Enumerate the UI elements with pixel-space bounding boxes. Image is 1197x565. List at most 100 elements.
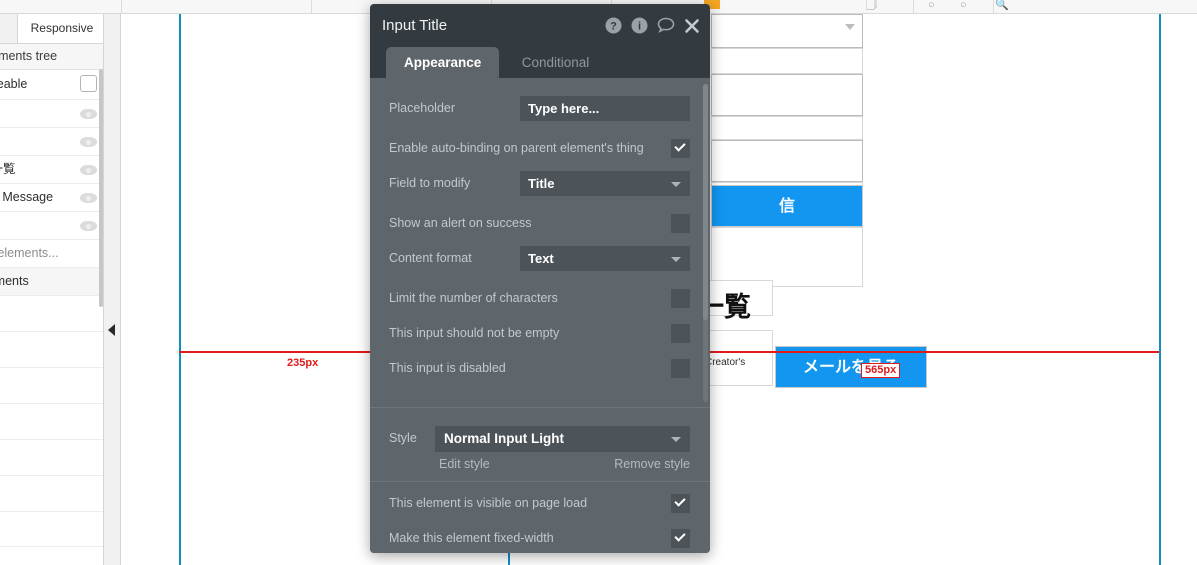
placeholder-input[interactable] <box>520 96 690 121</box>
remove-style-link[interactable]: Remove style <box>614 457 690 471</box>
not-empty-label: This input should not be empty <box>389 326 560 340</box>
info-icon[interactable]: i <box>631 17 648 34</box>
auto-binding-label: Enable auto-binding on parent element's … <box>389 141 644 155</box>
toolbar-cell-2[interactable] <box>122 0 312 14</box>
toolbar-cell-1[interactable] <box>0 0 122 14</box>
field-alert-on-success: Show an alert on success <box>370 211 710 236</box>
canvas-textarea-2[interactable] <box>711 140 863 182</box>
limit-characters-checkbox[interactable] <box>671 289 690 308</box>
disabled-label: This input is disabled <box>389 361 506 375</box>
canvas-spacer-1 <box>711 227 863 287</box>
tree-item-3[interactable]: ジ一覧 <box>0 156 103 184</box>
new-elements-row[interactable]: ew elements... <box>0 240 103 268</box>
panel-collapse-rail[interactable] <box>104 14 121 565</box>
help-icon[interactable]: ? <box>605 17 622 34</box>
field-placeholder: Placeholder <box>370 96 710 121</box>
tab-responsive[interactable]: Responsive <box>17 14 103 43</box>
copy-icon[interactable]: 🗍 <box>866 0 877 12</box>
dialog-title: Input Title <box>382 17 448 34</box>
eye-icon[interactable] <box>80 220 97 231</box>
guide-line-right <box>1159 14 1161 565</box>
svg-text:i: i <box>638 21 641 33</box>
left-panel-row-hideable[interactable]: Hideable <box>0 70 103 100</box>
palette-row-5[interactable] <box>0 440 103 476</box>
field-field-to-modify: Field to modify Title <box>370 171 710 196</box>
fixed-width-checkbox[interactable] <box>671 529 690 548</box>
left-panel-tabstrip: Responsive <box>0 14 103 44</box>
style-label: Style <box>389 431 417 445</box>
field-style: Style Normal Input Light <box>370 426 710 452</box>
close-icon[interactable] <box>684 18 700 34</box>
content-format-value: Text <box>528 251 554 266</box>
disabled-checkbox[interactable] <box>671 359 690 378</box>
new-elements-label: ew elements... <box>0 246 59 260</box>
chevron-down-icon <box>671 437 681 442</box>
tree-item-2[interactable] <box>0 128 103 156</box>
divider-2 <box>370 481 710 482</box>
guide-line-left <box>179 14 181 565</box>
content-format-label: Content format <box>389 251 472 265</box>
tree-item-4[interactable]: oup Message <box>0 184 103 212</box>
eye-icon[interactable] <box>80 136 97 147</box>
reusable-elements-row[interactable]: elements <box>0 268 103 296</box>
visible-on-load-label: This element is visible on page load <box>389 496 588 510</box>
canvas-dropdown[interactable] <box>711 14 863 48</box>
content-format-select[interactable]: Text <box>520 246 690 271</box>
tree-item-1[interactable] <box>0 100 103 128</box>
canvas-field-2[interactable] <box>711 116 863 140</box>
palette-row-4[interactable] <box>0 404 103 440</box>
canvas-textarea-1[interactable] <box>711 74 863 116</box>
visible-on-load-checkbox[interactable] <box>671 494 690 513</box>
dialog-scrollbar-thumb[interactable] <box>703 84 708 320</box>
dialog-header[interactable]: Input Title ? i <box>370 4 710 47</box>
dialog-body: Placeholder Enable auto-binding on paren… <box>370 78 710 553</box>
width-badge-left: 235px <box>285 357 321 369</box>
limit-characters-label: Limit the number of characters <box>389 291 558 305</box>
toolbar-cell-6[interactable] <box>914 0 994 14</box>
style-select[interactable]: Normal Input Light <box>435 426 690 452</box>
search-icon[interactable]: 🔍 <box>995 0 1009 12</box>
field-to-modify-label: Field to modify <box>389 176 471 190</box>
palette-row-3[interactable] <box>0 368 103 404</box>
field-limit-characters: Limit the number of characters <box>370 286 710 311</box>
hideable-checkbox[interactable] <box>80 75 97 92</box>
palette-row-7[interactable] <box>0 512 103 547</box>
comment-icon[interactable] <box>657 17 675 34</box>
field-content-format: Content format Text <box>370 246 710 271</box>
undo-icon[interactable]: ○ <box>928 0 935 12</box>
send-button[interactable]: 信 <box>711 185 863 227</box>
svg-text:?: ? <box>610 21 617 33</box>
toolbar-cell-7[interactable] <box>994 0 1197 14</box>
chevron-down-icon <box>845 24 855 30</box>
redo-icon[interactable]: ○ <box>960 0 967 12</box>
eye-icon[interactable] <box>80 164 97 175</box>
element-property-dialog[interactable]: Input Title ? i Appearance Conditional P… <box>370 4 710 553</box>
eye-icon[interactable] <box>80 192 97 203</box>
edit-style-link[interactable]: Edit style <box>439 457 490 471</box>
palette-row-1[interactable] <box>0 296 103 332</box>
fixed-width-label: Make this element fixed-width <box>389 531 554 545</box>
width-badge-selected: 565px <box>861 363 901 378</box>
field-not-empty: This input should not be empty <box>370 321 710 346</box>
palette-row-6[interactable] <box>0 476 103 512</box>
eye-icon[interactable] <box>80 108 97 119</box>
palette-row-8[interactable] <box>0 547 103 565</box>
field-to-modify-select[interactable]: Title <box>520 171 690 196</box>
tab-appearance[interactable]: Appearance <box>386 47 500 78</box>
left-panel-scrollbar[interactable] <box>99 69 103 307</box>
tree-item-5[interactable] <box>0 212 103 240</box>
collapse-left-arrow-icon[interactable] <box>108 324 115 336</box>
alert-on-success-checkbox[interactable] <box>671 214 690 233</box>
placeholder-label: Placeholder <box>389 101 456 115</box>
canvas-field-1[interactable] <box>711 48 863 74</box>
dialog-tabs: Appearance Conditional Transitions <box>370 47 710 101</box>
auto-binding-checkbox[interactable] <box>671 139 690 158</box>
tab-conditional[interactable]: Conditional <box>504 47 608 78</box>
not-empty-checkbox[interactable] <box>671 324 690 343</box>
left-panel: Responsive Elements tree Hideable ジ一覧 ou… <box>0 14 104 565</box>
palette-row-2[interactable] <box>0 332 103 368</box>
style-value: Normal Input Light <box>444 431 564 446</box>
elements-tree-title: Elements tree <box>0 44 103 70</box>
chevron-down-icon <box>671 182 681 187</box>
field-to-modify-value: Title <box>528 176 555 191</box>
